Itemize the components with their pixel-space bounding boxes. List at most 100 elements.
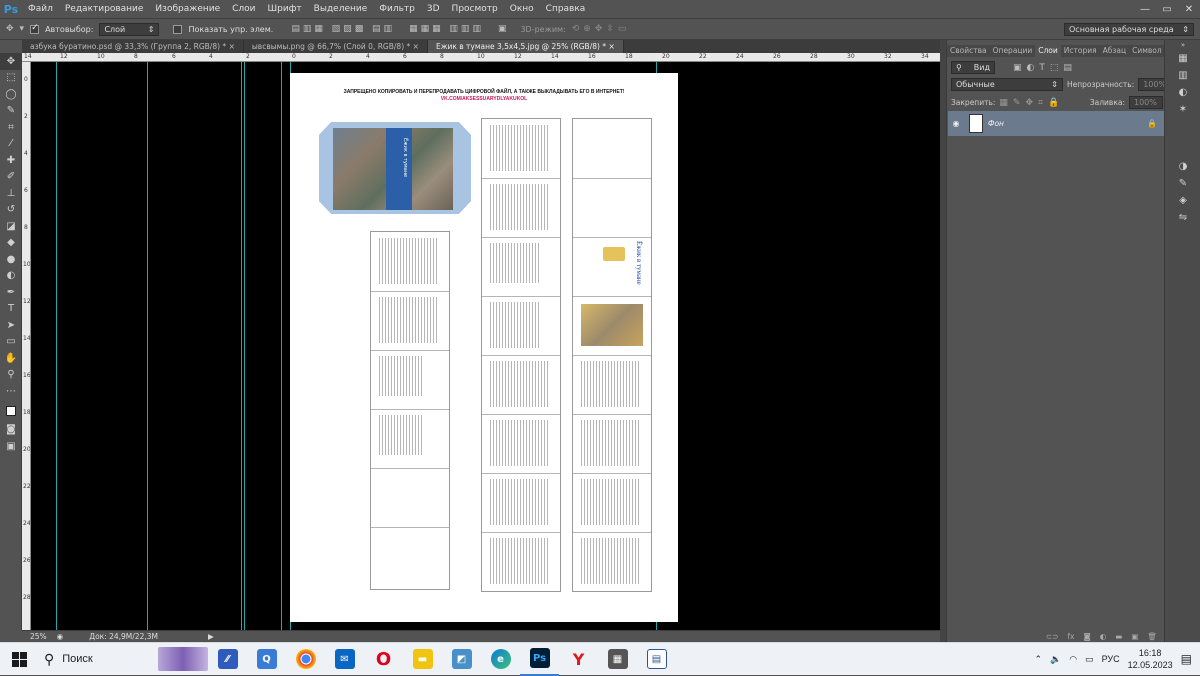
eraser-tool-icon[interactable]: ◪ (0, 218, 22, 235)
chevron-down-icon[interactable]: ▾ (20, 24, 25, 34)
guide-line[interactable] (241, 62, 242, 630)
lasso-tool-icon[interactable]: ◯ (0, 86, 22, 103)
channels-icon[interactable]: ⇋ (1165, 209, 1200, 226)
group-icon[interactable]: ▬ (1115, 632, 1122, 641)
tab-yvsvymy[interactable]: ывсвымы.png @ 66,7% (Слой 0, RGB/8) * × (244, 40, 428, 53)
menu-select[interactable]: Выделение (308, 0, 374, 18)
tab-character[interactable]: Символ (1129, 45, 1165, 57)
color-swatches-icon[interactable] (0, 400, 22, 422)
align-icons[interactable]: ▤▥▦ ▧▨▩ ▤▥ (291, 24, 395, 34)
styles-panel-icon[interactable]: ✶ (1165, 101, 1200, 118)
distribute-icons[interactable]: ▦▦▦ ▥▥▥ (409, 24, 484, 34)
tab-ezhik[interactable]: Ежик в тумане 3,5x4,5.jpg @ 25% (RGB/8) … (427, 40, 624, 53)
menu-3d[interactable]: 3D (421, 0, 446, 18)
guide-line[interactable] (281, 62, 282, 630)
fx-icon[interactable]: fx (1067, 632, 1074, 641)
taskbar-app-q[interactable]: Q (247, 643, 286, 676)
more-tools-icon[interactable]: ⋯ (0, 383, 22, 400)
mask-icon[interactable]: ◙ (1083, 632, 1090, 641)
brush-presets-icon[interactable]: ◑ (1165, 158, 1200, 175)
close-button[interactable]: ✕ (1178, 4, 1200, 15)
quick-select-tool-icon[interactable]: ✎ (0, 103, 22, 120)
lock-icons[interactable]: ▦✎✥⌗🔒 (999, 98, 1064, 108)
fill-input[interactable]: 100% (1129, 96, 1163, 109)
link-icon[interactable]: ⊂⊃ (1046, 632, 1059, 641)
info-icon[interactable]: ◉ (57, 632, 64, 641)
guide-line[interactable] (147, 62, 148, 630)
adjustment-icon[interactable]: ◐ (1100, 632, 1107, 641)
canvas-area[interactable]: ЗАПРЕЩЕНО КОПИРОВАТЬ И ПЕРЕПРОДАВАТЬ ЦИФ… (31, 62, 940, 630)
pen-tool-icon[interactable]: ✒ (0, 284, 22, 301)
tab-azbuka[interactable]: азбука буратино.psd @ 33,3% (Группа 2, R… (22, 40, 244, 53)
taskbar-search[interactable]: ⚲ Поиск (38, 643, 208, 676)
eye-icon[interactable]: ◉ (948, 119, 964, 128)
quick-mask-icon[interactable]: ◙ (0, 422, 22, 439)
menu-file[interactable]: Файл (22, 0, 59, 18)
marquee-tool-icon[interactable]: ⬚ (0, 70, 22, 87)
taskbar-app-calculator[interactable]: ▦ (598, 643, 637, 676)
hand-tool-icon[interactable]: ✋ (0, 350, 22, 367)
taskbar-app-photoshop[interactable]: Ps (520, 643, 559, 676)
guide-line[interactable] (56, 62, 57, 630)
collapse-arrows-icon[interactable]: » (1165, 40, 1200, 50)
guide-line[interactable] (244, 62, 245, 630)
menu-image[interactable]: Изображение (149, 0, 226, 18)
dodge-tool-icon[interactable]: ◐ (0, 268, 22, 285)
show-transform-checkbox[interactable] (173, 24, 183, 34)
vertical-ruler[interactable]: 0 2 4 6 8 10 12 14 16 18 20 22 24 26 28 (22, 62, 31, 632)
menu-help[interactable]: Справка (540, 0, 592, 18)
battery-icon[interactable]: ▭ (1085, 654, 1094, 665)
volume-icon[interactable]: 🔈 (1050, 654, 1061, 665)
paint-bucket-icon[interactable]: ◆ (0, 235, 22, 252)
clone-source-icon[interactable]: ✎ (1165, 175, 1200, 192)
taskbar-app-yandex[interactable]: Y (559, 643, 598, 676)
tab-close-icon[interactable]: × (608, 42, 614, 51)
taskbar-app-mail[interactable]: ✉ (325, 643, 364, 676)
libraries-icon[interactable]: ◈ (1165, 192, 1200, 209)
vk-link[interactable]: VK.COM/AKSESSUARYDLYAKUKOL (290, 96, 678, 102)
color-panel-icon[interactable]: ▦ (1165, 50, 1200, 67)
minimize-button[interactable]: — (1134, 4, 1156, 15)
layer-name[interactable]: Фон (988, 119, 1147, 128)
clock[interactable]: 16:18 12.05.2023 (1128, 647, 1173, 671)
type-tool-icon[interactable]: T (0, 301, 22, 318)
layer-filter-dropdown[interactable]: ⚲ Вид (951, 61, 995, 74)
eyedropper-tool-icon[interactable]: ⁄ (0, 136, 22, 153)
tab-layers[interactable]: Слои (1035, 45, 1061, 57)
wifi-icon[interactable]: ◠ (1069, 654, 1077, 665)
layer-row[interactable]: ◉ Фон 🔒 (948, 111, 1165, 136)
tab-close-icon[interactable]: × (413, 42, 419, 51)
chevron-up-icon[interactable]: ⌃ (1034, 654, 1042, 665)
new-layer-icon[interactable]: ▣ (1131, 632, 1138, 641)
status-menu-arrow-icon[interactable]: ▶ (208, 632, 214, 641)
zoom-tool-icon[interactable]: ⚲ (0, 367, 22, 384)
tab-paragraph[interactable]: Абзац (1100, 45, 1129, 57)
taskbar-app-explorer[interactable]: ▬ (403, 643, 442, 676)
tab-history[interactable]: История (1061, 45, 1100, 57)
tab-close-icon[interactable]: × (229, 42, 235, 51)
taskbar-app-chrome[interactable] (286, 643, 325, 676)
filter-type-icons[interactable]: ▣◐T⬚▤ (1013, 63, 1077, 73)
blend-mode-dropdown[interactable]: Обычные ⇕ (951, 78, 1063, 91)
rectangle-tool-icon[interactable]: ▭ (0, 334, 22, 351)
trash-icon[interactable]: 🗑 (1147, 632, 1157, 641)
blur-tool-icon[interactable]: ● (0, 251, 22, 268)
workspace-dropdown[interactable]: Основная рабочая среда ⇕ (1064, 22, 1194, 36)
healing-tool-icon[interactable]: ✚ (0, 152, 22, 169)
path-select-icon[interactable]: ➤ (0, 317, 22, 334)
brush-tool-icon[interactable]: ✐ (0, 169, 22, 186)
menu-window[interactable]: Окно (504, 0, 540, 18)
maximize-button[interactable]: ▭ (1156, 4, 1178, 15)
auto-align-icon[interactable]: ▣ (498, 24, 507, 34)
swatches-panel-icon[interactable]: ▥ (1165, 67, 1200, 84)
zoom-level[interactable]: 25% (30, 632, 47, 641)
screen-mode-icon[interactable]: ▣ (0, 438, 22, 455)
3d-mode-icons[interactable]: ⟲⊕✥⇳▭ (572, 24, 631, 34)
menu-layers[interactable]: Слои (226, 0, 261, 18)
autoselect-dropdown[interactable]: Слой ⇕ (99, 22, 160, 36)
language-indicator[interactable]: РУС (1102, 654, 1120, 664)
crop-tool-icon[interactable]: ⌗ (0, 119, 22, 136)
autoselect-checkbox[interactable] (30, 23, 40, 34)
taskbar-app-opera[interactable]: O (364, 643, 403, 676)
tab-properties[interactable]: Свойства (947, 45, 990, 57)
